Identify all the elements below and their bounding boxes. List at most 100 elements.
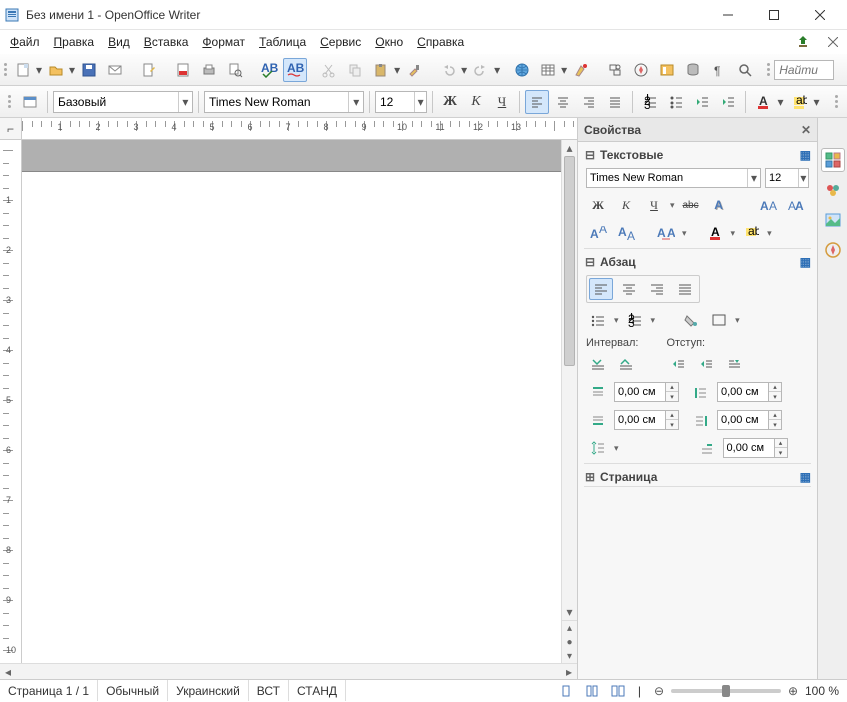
vertical-ruler[interactable]: 12345678910 [0, 140, 22, 663]
scroll-left-button[interactable]: ◂ [0, 664, 16, 680]
spacing-decrease-above[interactable] [614, 353, 638, 375]
nonprinting-button[interactable]: ¶ [707, 58, 731, 82]
print-preview-button[interactable] [223, 58, 247, 82]
numbered-list-button[interactable]: 123 [638, 90, 662, 114]
collapse-icon[interactable]: ⊟ [584, 255, 596, 269]
scroll-thumb[interactable] [564, 156, 575, 366]
underline-button[interactable]: Ч [490, 90, 514, 114]
indent-firstline-input[interactable] [723, 438, 775, 458]
toolbar2-overflow[interactable] [831, 95, 841, 108]
print-button[interactable] [197, 58, 221, 82]
view-book[interactable] [606, 680, 630, 702]
indent-left-input[interactable] [717, 382, 769, 402]
view-single-page[interactable] [554, 680, 578, 702]
decrease-indent-button[interactable] [690, 90, 714, 114]
document-canvas[interactable] [22, 140, 561, 663]
bold-button[interactable]: Ж [438, 90, 462, 114]
menu-view[interactable]: Вид [102, 33, 136, 51]
hyperlink-button[interactable] [510, 58, 534, 82]
nav-menu-button[interactable]: ● [562, 635, 577, 649]
sidebar-font-combo[interactable]: ▾ [586, 168, 761, 188]
indent-right-input[interactable] [717, 410, 769, 430]
scroll-up-button[interactable]: ▴ [562, 140, 577, 156]
spacing-below-spinner[interactable]: ▴▾ [614, 410, 679, 430]
spacing-above-input[interactable] [614, 382, 666, 402]
sidebar-char-spacing-button[interactable]: AA [654, 222, 678, 244]
maximize-button[interactable] [751, 0, 797, 30]
next-page-button[interactable]: ▾ [562, 649, 577, 663]
indent-right-spinner[interactable]: ▴▾ [717, 410, 782, 430]
zoom-slider[interactable] [671, 689, 781, 693]
email-button[interactable] [103, 58, 127, 82]
align-left-button[interactable] [525, 90, 549, 114]
zoom-button[interactable] [733, 58, 757, 82]
paragraph-style-combo[interactable]: ▾ [53, 91, 193, 113]
font-name-dropdown[interactable]: ▾ [348, 92, 363, 112]
datasources-button[interactable] [681, 58, 705, 82]
sidebar-superscript-button[interactable]: AA [586, 222, 610, 244]
indent-firstline-spinner[interactable]: ▴▾ [723, 438, 788, 458]
toolbar-grip[interactable] [4, 63, 7, 76]
font-size-dropdown[interactable]: ▾ [414, 92, 426, 112]
indent-decrease-button[interactable] [694, 353, 718, 375]
menu-insert[interactable]: Вставка [138, 33, 195, 51]
scroll-right-button[interactable]: ▸ [561, 664, 577, 680]
paste-dropdown[interactable]: ▾ [394, 63, 400, 77]
align-center-button[interactable] [551, 90, 575, 114]
para-numbering-button[interactable]: 123 [623, 309, 647, 331]
para-border-button[interactable] [707, 309, 731, 331]
indent-increase-button[interactable] [666, 353, 690, 375]
save-button[interactable] [77, 58, 101, 82]
font-name-input[interactable] [205, 92, 348, 112]
horizontal-ruler[interactable]: ⌐ 12345678910111213 [0, 118, 577, 140]
edit-doc-button[interactable] [137, 58, 161, 82]
menu-window[interactable]: Окно [369, 33, 409, 51]
spacing-increase-above[interactable] [586, 353, 610, 375]
gallery-button[interactable] [655, 58, 679, 82]
toolbar-grip-2[interactable] [4, 95, 14, 108]
highlight-button[interactable]: ab [787, 90, 811, 114]
bulleted-list-button[interactable] [664, 90, 688, 114]
update-icon[interactable] [793, 32, 813, 52]
sidebar-fontsize-combo[interactable]: ▾ [765, 168, 809, 188]
undo-button[interactable] [436, 58, 460, 82]
para-align-center[interactable] [617, 278, 641, 300]
font-name-combo[interactable]: ▾ [204, 91, 364, 113]
para-align-left[interactable] [589, 278, 613, 300]
paste-button[interactable] [369, 58, 393, 82]
menu-format[interactable]: Формат [196, 33, 251, 51]
para-bullets-button[interactable] [586, 309, 610, 331]
sidebar-italic-button[interactable]: К [614, 194, 638, 216]
status-style[interactable]: Обычный [98, 680, 168, 701]
indent-left-spinner[interactable]: ▴▾ [717, 382, 782, 402]
align-right-button[interactable] [577, 90, 601, 114]
new-button[interactable] [11, 58, 35, 82]
navigator-button[interactable] [629, 58, 653, 82]
sidebar-strike-button[interactable]: abc [679, 194, 703, 216]
sidebar-font-input[interactable] [587, 172, 747, 184]
close-button[interactable] [797, 0, 843, 30]
spellcheck-button[interactable]: ABC [257, 58, 281, 82]
paragraph-style-dropdown[interactable]: ▾ [178, 92, 192, 112]
sidebar-shadow-button[interactable]: A [707, 194, 731, 216]
italic-button[interactable]: К [464, 90, 488, 114]
para-bgcolor-button[interactable] [679, 309, 703, 331]
horizontal-scrollbar[interactable]: ◂ ▸ [0, 663, 577, 679]
table-dropdown[interactable]: ▾ [561, 63, 567, 77]
section-page-options[interactable]: ▦ [800, 470, 811, 484]
find-replace-button[interactable] [603, 58, 627, 82]
find-next-button[interactable] [838, 58, 847, 82]
sidebar-close-button[interactable]: ✕ [801, 123, 811, 137]
paragraph-style-input[interactable] [54, 92, 178, 112]
open-dropdown[interactable]: ▾ [69, 63, 75, 77]
font-size-combo[interactable]: ▾ [375, 91, 427, 113]
find-input[interactable] [774, 60, 834, 80]
sidebar-subscript-button[interactable]: AA [614, 222, 638, 244]
view-multi-page[interactable] [580, 680, 604, 702]
prev-page-button[interactable]: ▴ [562, 621, 577, 635]
scroll-down-button[interactable]: ▾ [562, 604, 577, 620]
redo-button[interactable] [469, 58, 493, 82]
sidebar-tab-navigator[interactable] [821, 238, 845, 262]
font-color-button[interactable]: A [751, 90, 775, 114]
zoom-out-button[interactable]: ⊖ [651, 683, 667, 699]
